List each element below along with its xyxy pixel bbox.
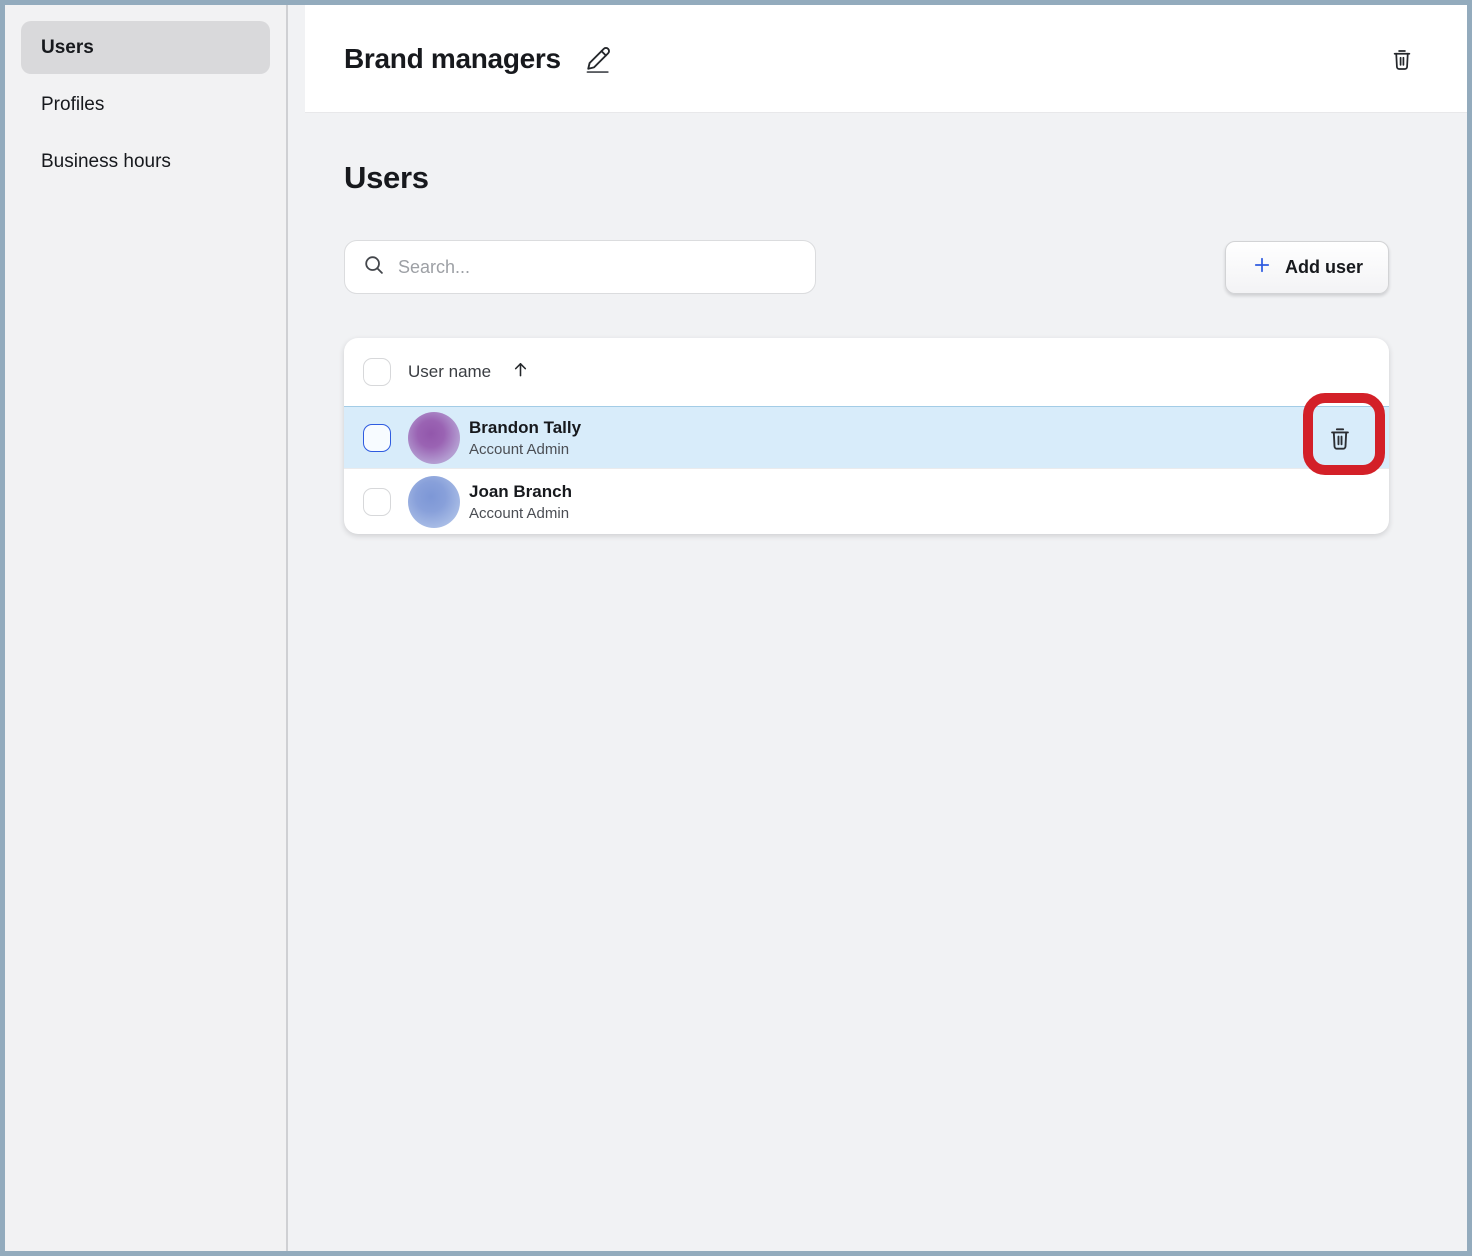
search-input[interactable] [398, 257, 798, 278]
content-area: Users Add user [305, 113, 1467, 534]
user-role: Account Admin [469, 505, 572, 522]
table-row[interactable]: Joan Branch Account Admin [344, 468, 1389, 534]
sidebar-item-users-label: Users [41, 37, 94, 59]
trash-icon [1326, 424, 1354, 452]
sidebar-item-business-hours[interactable]: Business hours [21, 135, 270, 188]
table-header-row: User name [344, 338, 1389, 406]
users-table: User name Brandon Tally Account Admin [344, 338, 1389, 534]
main-area: Brand managers [288, 5, 1467, 1251]
select-all-checkbox[interactable] [363, 358, 391, 386]
arrow-up-icon[interactable] [510, 359, 531, 385]
page-header: Brand managers [305, 5, 1467, 113]
user-name: Brandon Tally [469, 418, 581, 438]
edit-title-button[interactable] [583, 44, 613, 74]
sidebar-item-business-hours-label: Business hours [41, 151, 171, 173]
column-header-user-name[interactable]: User name [408, 362, 491, 382]
sidebar-item-profiles[interactable]: Profiles [21, 78, 270, 131]
row-delete-button[interactable] [1326, 424, 1354, 452]
delete-group-button[interactable] [1389, 46, 1415, 72]
add-user-button-label: Add user [1285, 257, 1363, 278]
sidebar-item-profiles-label: Profiles [41, 94, 104, 116]
plus-icon [1251, 254, 1273, 281]
table-row[interactable]: Brandon Tally Account Admin [344, 406, 1389, 468]
search-icon [362, 253, 386, 282]
trash-icon [1389, 46, 1415, 72]
pencil-icon [583, 44, 613, 74]
avatar [408, 476, 460, 528]
user-name: Joan Branch [469, 482, 572, 502]
avatar [408, 412, 460, 464]
sidebar: Users Profiles Business hours [5, 5, 288, 1251]
sidebar-item-users[interactable]: Users [21, 21, 270, 74]
row-checkbox[interactable] [363, 424, 391, 452]
page-title: Brand managers [344, 43, 561, 75]
add-user-button[interactable]: Add user [1225, 241, 1389, 294]
section-title: Users [344, 160, 1389, 196]
search-box [344, 240, 816, 294]
user-role: Account Admin [469, 441, 581, 458]
row-checkbox[interactable] [363, 488, 391, 516]
